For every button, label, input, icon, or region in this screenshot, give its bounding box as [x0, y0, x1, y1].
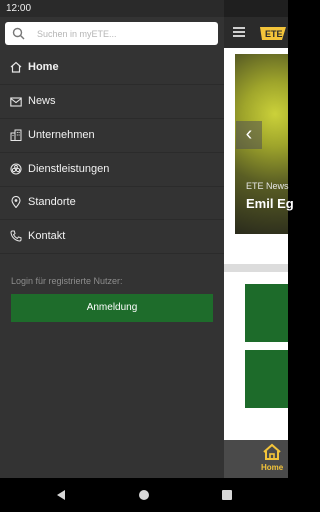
- menu-label-news: News: [28, 95, 56, 107]
- menu-item-standorte[interactable]: Standorte: [0, 186, 224, 220]
- login-hint: Login für registrierte Nutzer:: [11, 276, 123, 286]
- menu-item-unternehmen[interactable]: Unternehmen: [0, 119, 224, 153]
- bottom-nav-home-label[interactable]: Home: [261, 463, 283, 472]
- home-button-icon[interactable]: [139, 490, 149, 500]
- building-icon: [10, 129, 22, 141]
- recent-apps-icon[interactable]: [222, 490, 232, 500]
- carousel-prev-button[interactable]: ‹: [236, 121, 262, 149]
- tile-1[interactable]: [245, 284, 288, 342]
- mail-icon: [10, 97, 22, 107]
- ete-logo: ETE: [260, 27, 286, 40]
- section-divider: [224, 264, 288, 272]
- menu-item-news[interactable]: News: [0, 85, 224, 119]
- menu-item-dienstleistungen[interactable]: Dienstleistungen: [0, 153, 224, 187]
- tile-2[interactable]: [245, 350, 288, 408]
- menu-item-kontakt[interactable]: Kontakt: [0, 220, 224, 254]
- hero-title: Emil Eg: [246, 196, 294, 211]
- location-pin-icon: [11, 196, 21, 208]
- menu-label-kontakt: Kontakt: [28, 230, 66, 242]
- navigation-drawer: 12:00 Home News Unternehmen: [0, 0, 224, 478]
- status-time: 12:00: [6, 3, 32, 14]
- menu-label-standorte: Standorte: [28, 196, 76, 208]
- phone-icon: [10, 230, 22, 242]
- hero-category: ETE News: [246, 181, 289, 191]
- home-icon: [10, 61, 22, 73]
- menu-icon[interactable]: [233, 27, 245, 37]
- svg-text:ETE: ETE: [265, 29, 283, 39]
- search-icon: [12, 27, 25, 40]
- menu-label-unternehmen: Unternehmen: [28, 129, 95, 141]
- search-input[interactable]: [37, 27, 207, 40]
- status-bar: [0, 0, 224, 17]
- menu-label-dienstleistungen: Dienstleistungen: [28, 163, 110, 175]
- login-button[interactable]: Anmeldung: [11, 294, 213, 322]
- services-icon: [10, 163, 22, 175]
- bottom-nav-home-icon[interactable]: [262, 443, 282, 461]
- menu-item-home[interactable]: Home: [0, 51, 224, 85]
- menu-label-home: Home: [28, 61, 59, 73]
- back-icon[interactable]: [55, 489, 67, 501]
